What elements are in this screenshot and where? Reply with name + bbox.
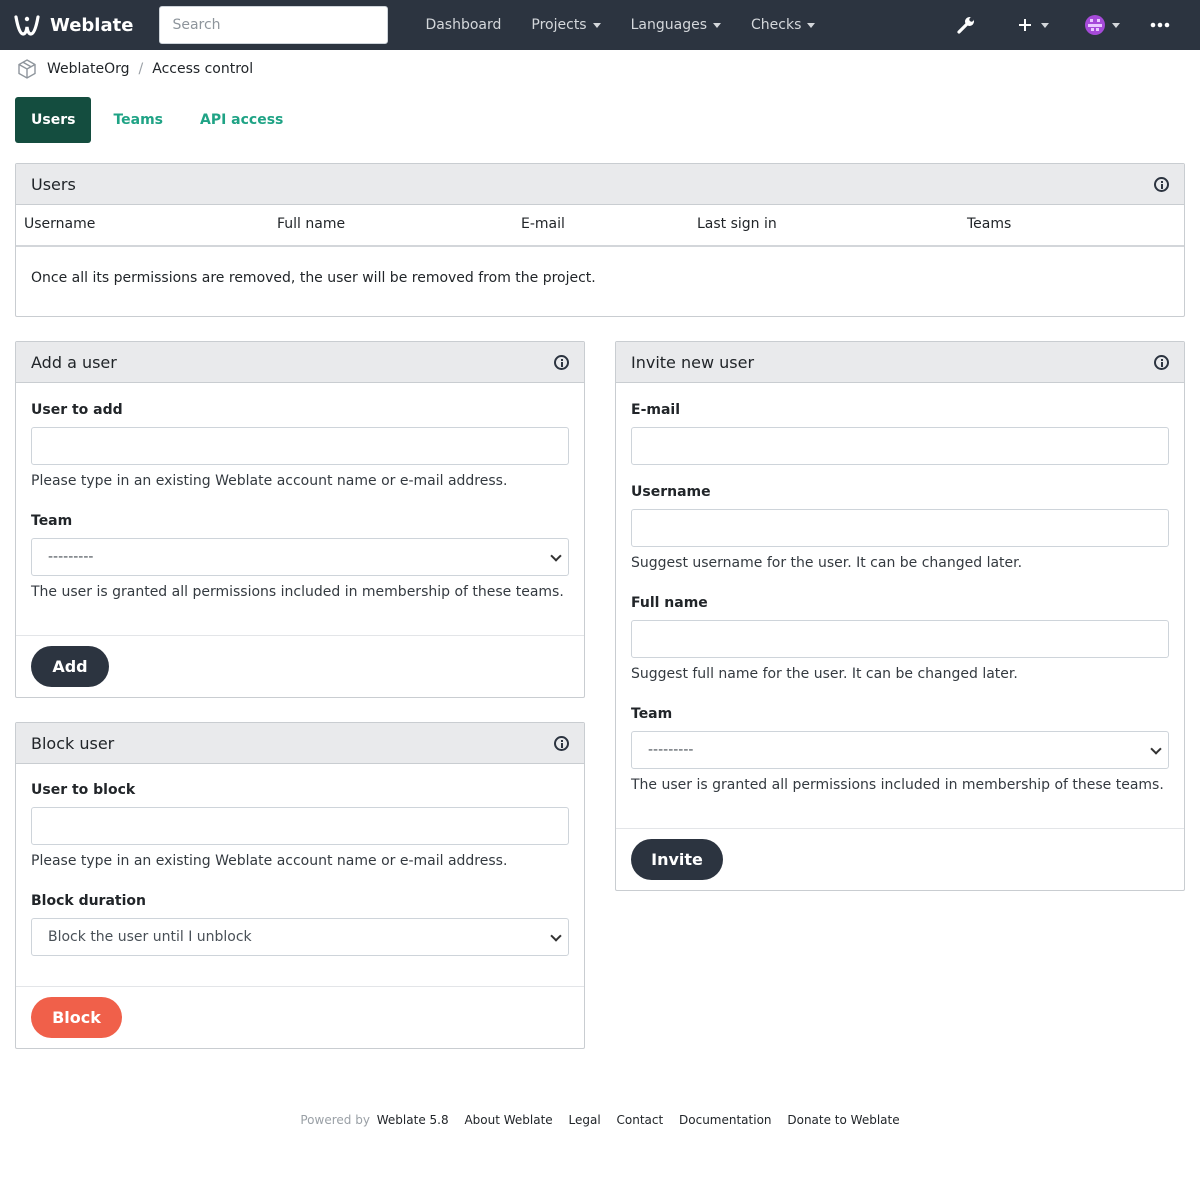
footer-link-legal[interactable]: Legal xyxy=(569,1113,601,1127)
info-icon[interactable] xyxy=(554,735,569,751)
panel-title: Block user xyxy=(31,733,115,753)
user-to-block-input[interactable] xyxy=(31,807,569,845)
block-button[interactable]: Block xyxy=(31,997,122,1038)
panel-title: Add a user xyxy=(31,352,117,372)
team-select[interactable]: --------- xyxy=(31,538,569,576)
user-to-add-help: Please type in an existing Weblate accou… xyxy=(31,473,508,489)
tab-api-access[interactable]: API access xyxy=(184,97,299,143)
email-field[interactable] xyxy=(631,427,1169,465)
breadcrumb: WeblateOrg / Access control xyxy=(0,50,1200,88)
user-to-add-input[interactable] xyxy=(31,427,569,465)
user-to-block-help: Please type in an existing Weblate accou… xyxy=(31,853,508,869)
add-user-heading: Add a user xyxy=(16,342,584,383)
invite-user-panel: Invite new user E-mail Username Suggest … xyxy=(615,341,1185,891)
chevron-down-icon xyxy=(713,22,721,28)
panel-footer-divider xyxy=(616,828,1184,829)
full-name-help: Suggest full name for the user. It can b… xyxy=(631,666,1018,682)
username-field[interactable] xyxy=(631,509,1169,547)
tab-teams[interactable]: Teams xyxy=(97,97,179,143)
info-icon[interactable] xyxy=(1154,354,1169,370)
chevron-down-icon xyxy=(592,22,601,28)
panel-footer-divider xyxy=(16,986,584,987)
nav-dashboard-label: Dashboard xyxy=(425,17,502,33)
invite-team-value: --------- xyxy=(648,742,694,758)
footer-link-about[interactable]: About Weblate xyxy=(464,1113,552,1127)
info-icon[interactable] xyxy=(1154,176,1169,192)
nav-checks-label: Checks xyxy=(751,17,802,33)
footer: Powered by Weblate 5.8 About Weblate Leg… xyxy=(0,1113,1200,1127)
user-to-block-label: User to block xyxy=(31,782,136,798)
more-icon[interactable] xyxy=(1144,0,1200,50)
tab-users[interactable]: Users xyxy=(15,97,92,143)
nav-projects[interactable]: Projects xyxy=(516,0,615,50)
chevron-down-icon xyxy=(550,550,562,562)
powered-by-text: Powered by xyxy=(300,1113,370,1127)
breadcrumb-separator: / xyxy=(138,61,144,77)
team-help: The user is granted all permissions incl… xyxy=(31,584,564,600)
navbar-right xyxy=(956,0,1200,50)
invite-user-heading: Invite new user xyxy=(616,342,1184,383)
username-help: Suggest username for the user. It can be… xyxy=(631,555,1023,571)
invite-team-select[interactable]: --------- xyxy=(631,731,1169,769)
nav-languages-label: Languages xyxy=(630,17,707,33)
weblate-logo-icon xyxy=(14,15,40,36)
nav-languages[interactable]: Languages xyxy=(616,0,736,50)
invite-button[interactable]: Invite xyxy=(631,839,723,880)
block-user-heading: Block user xyxy=(16,723,584,764)
tab-bar: Users Teams API access xyxy=(15,97,299,143)
column-header-teams[interactable]: Teams xyxy=(967,216,1011,232)
users-panel: Users Username Full name E-mail Last sig… xyxy=(15,163,1185,317)
users-empty-note: Once all its permissions are removed, th… xyxy=(31,270,596,286)
table-header-border xyxy=(16,245,1184,247)
user-menu-button[interactable] xyxy=(1073,0,1144,50)
nav-dashboard[interactable]: Dashboard xyxy=(410,0,516,50)
info-icon[interactable] xyxy=(554,354,569,370)
users-panel-heading: Users xyxy=(16,164,1184,205)
user-to-add-label: User to add xyxy=(31,402,123,418)
plus-icon xyxy=(1019,19,1031,31)
full-name-label: Full name xyxy=(631,595,708,611)
panel-title: Invite new user xyxy=(631,352,755,372)
invite-team-label: Team xyxy=(631,706,673,722)
avatar xyxy=(1085,15,1105,35)
chevron-down-icon xyxy=(807,22,816,28)
add-button[interactable]: Add xyxy=(31,646,109,687)
footer-link-contact[interactable]: Contact xyxy=(617,1113,664,1127)
column-header-full-name[interactable]: Full name xyxy=(277,216,345,232)
block-duration-select[interactable]: Block the user until I unblock xyxy=(31,918,569,956)
brand-logo[interactable]: Weblate xyxy=(14,14,133,36)
chevron-down-icon xyxy=(1112,22,1120,28)
footer-link-documentation[interactable]: Documentation xyxy=(679,1113,772,1127)
nav-projects-label: Projects xyxy=(531,17,587,33)
team-label: Team xyxy=(31,513,73,529)
panel-title: Users xyxy=(31,174,76,194)
top-navbar: Weblate Dashboard Projects Languages Che… xyxy=(0,0,1200,50)
footer-link-donate[interactable]: Donate to Weblate xyxy=(787,1113,899,1127)
panel-footer-divider xyxy=(16,635,584,636)
invite-team-help: The user is granted all permissions incl… xyxy=(631,777,1164,793)
username-label: Username xyxy=(631,484,711,500)
add-user-panel: Add a user User to add Please type in an… xyxy=(15,341,585,698)
breadcrumb-page[interactable]: Access control xyxy=(152,61,253,77)
block-duration-label: Block duration xyxy=(31,893,146,909)
block-duration-value: Block the user until I unblock xyxy=(48,929,252,945)
column-header-email[interactable]: E-mail xyxy=(521,216,565,232)
nav-checks[interactable]: Checks xyxy=(736,0,830,50)
email-label: E-mail xyxy=(631,402,681,418)
breadcrumb-project[interactable]: WeblateOrg xyxy=(47,61,130,77)
column-header-last-sign-in[interactable]: Last sign in xyxy=(697,216,777,232)
brand-name: Weblate xyxy=(50,14,134,36)
column-header-username[interactable]: Username xyxy=(24,216,95,232)
project-icon xyxy=(18,59,36,79)
team-select-value: --------- xyxy=(48,549,94,565)
add-menu-button[interactable] xyxy=(996,0,1073,50)
footer-link-weblate-version[interactable]: Weblate 5.8 xyxy=(377,1113,449,1127)
wrench-icon[interactable] xyxy=(956,0,996,50)
chevron-down-icon xyxy=(550,930,562,942)
full-name-field[interactable] xyxy=(631,620,1169,658)
block-user-panel: Block user User to block Please type in … xyxy=(15,722,585,1049)
search-input[interactable] xyxy=(159,6,389,44)
chevron-down-icon xyxy=(1041,22,1049,28)
chevron-down-icon xyxy=(1150,743,1162,755)
